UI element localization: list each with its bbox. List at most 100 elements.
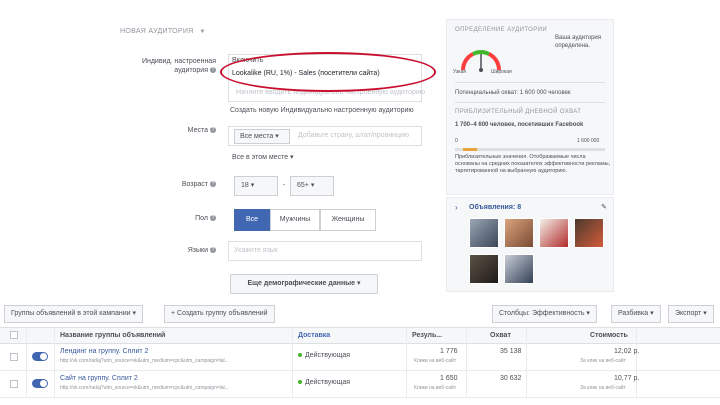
row-url: http://vk.com/radaj?utm_source=vk&utm_me… [60,385,229,391]
row-cost: 12,02 р. [614,348,640,355]
ads-manager-screen: НОВАЯ АУДИТОРИЯ ▼ Индивид. настроенная ау… [0,0,720,405]
row-status: Действующая [298,379,350,386]
row-status-toggle[interactable] [32,379,48,388]
campaign-groups-dropdown[interactable]: Группы объявлений в этой кампании ▾ [4,305,143,323]
daily-reach-value: 1 700–4 600 человек, посетивших Facebook [455,122,584,128]
audience-gauge [461,50,501,72]
daily-reach-title: ПРИБЛИЗИТЕЛЬНЫЙ ДНЕВНОЙ ОХВАТ [455,109,582,115]
table-row[interactable]: Лендинг на группу. Сплит 2 http://vk.com… [0,344,720,371]
gender-option-women[interactable]: Женщины [320,209,376,231]
help-icon[interactable]: ? [210,127,216,134]
custom-audience-label: Индивид. настроенная аудитория? [110,57,216,75]
ad-thumbnail[interactable] [504,218,534,248]
custom-audience-label-line2: аудитория [174,67,208,74]
gender-label: Пол? [160,215,216,222]
age-label: Возраст? [160,181,216,188]
status-dot-icon [298,353,302,358]
row-status: Действующая [298,352,350,359]
row-checkbox[interactable] [10,353,18,361]
row-cost-sub: За клик на веб-сайт [580,385,626,391]
language-label-text: Языки [187,247,208,254]
row-name-link[interactable]: Сайт на группу. Сплит 2 [60,375,138,382]
row-results-sub: Клики на веб-сайт [414,358,457,364]
edit-pencil-icon[interactable]: ✎ [601,203,607,211]
audience-editor: НОВАЯ АУДИТОРИЯ ▼ Индивид. настроенная ау… [0,0,440,298]
row-status-label: Действующая [305,379,351,386]
collapse-chevron-icon[interactable]: › [455,203,458,212]
places-label-text: Места [187,127,208,134]
gauge-left-label: Узкая [453,69,466,75]
row-reach: 35 138 [500,348,522,355]
more-demographics-label: Еще демографические данные [247,280,356,287]
divider [455,82,605,83]
ad-groups-table: Название группы объявлений Доставка Резу… [0,327,720,405]
age-to-dropdown[interactable]: 65+ ▾ [290,176,334,196]
places-dropdown-label: Все места [240,133,274,140]
select-all-checkbox[interactable] [10,331,18,339]
breakdown-label: Разбивка [618,310,649,317]
ad-thumbnail[interactable] [574,218,604,248]
create-custom-audience-link[interactable]: Создать новую Индивидуально настроенную … [230,107,414,114]
ad-thumbnail[interactable] [539,218,569,248]
row-results-sub: Клики на веб-сайт [414,385,457,391]
places-input[interactable]: Добавьте страну, штат/провинцию [298,132,409,139]
status-dot-icon [298,380,302,385]
row-name-link[interactable]: Лендинг на группу. Сплит 2 [60,348,148,355]
gender-label-text: Пол [195,215,208,222]
language-input[interactable]: Укажите язык [234,247,278,254]
breakdown-dropdown[interactable]: Разбивка ▾ [611,305,661,323]
columns-dropdown[interactable]: Столбцы: Эффективность ▾ [492,305,597,323]
potential-reach: Потенциальный охват: 1 600 000 человек [455,90,571,96]
gender-option-men[interactable]: Мужчины [270,209,320,231]
table-header: Название группы объявлений Доставка Резу… [0,328,720,344]
row-status-label: Действующая [305,352,351,359]
help-icon[interactable]: ? [210,67,216,74]
row-checkbox[interactable] [10,380,18,388]
places-label: Места? [160,127,216,134]
export-label: Экспорт [675,310,702,317]
ad-thumbnail[interactable] [469,254,499,284]
bar-min-label: 0 [455,138,458,144]
definition-title: ОПРЕДЕЛЕНИЕ АУДИТОРИИ [455,27,548,33]
audience-header-label: НОВАЯ АУДИТОРИЯ [120,28,194,35]
chevron-down-icon: ▼ [199,29,206,35]
export-dropdown[interactable]: Экспорт ▾ [668,305,714,323]
chevron-down-icon: ▾ [275,133,279,140]
col-delivery-header[interactable]: Доставка [298,332,330,339]
row-status-toggle[interactable] [32,352,48,361]
help-icon[interactable]: ? [210,215,216,222]
daily-reach-fill [463,148,477,151]
places-dropdown[interactable]: Все места ▾ [234,129,290,144]
gauge-right-label: Широкая [491,69,512,75]
gender-option-all[interactable]: Все [234,209,270,231]
col-results-header[interactable]: Резуль... [412,332,442,339]
audience-definition-panel: ОПРЕДЕЛЕНИЕ АУДИТОРИИ Узкая Широкая Ваша… [446,19,614,195]
table-row[interactable]: Сайт на группу. Сплит 2 http://vk.com/ra… [0,371,720,398]
audience-header[interactable]: НОВАЯ АУДИТОРИЯ ▼ [120,28,206,35]
age-dash: - [283,182,286,189]
help-icon[interactable]: ? [210,181,216,188]
help-icon[interactable]: ? [210,247,216,254]
row-results: 1 650 [440,375,458,382]
age-to-value: 65+ [297,182,309,189]
custom-audience-label-line1: Индивид. настроенная [141,58,216,65]
col-cost-header[interactable]: Стоимость [590,332,628,339]
row-cost: 10,77 р. [614,375,640,382]
more-demographics-button[interactable]: Еще демографические данные ▾ [230,274,378,294]
age-from-value: 18 [241,182,249,189]
col-name-header[interactable]: Название группы объявлений [60,332,165,339]
places-scope-dropdown[interactable]: Все в этом месте ▾ [232,153,294,161]
ads-preview-panel: › Объявления: 8 ✎ [446,197,614,292]
language-label: Языки? [160,247,216,254]
create-ad-group-button[interactable]: + Создать группу объявлений [164,305,275,323]
age-label-text: Возраст [181,181,208,188]
row-reach: 30 632 [500,375,522,382]
places-scope-label: Все в этом месте [232,154,289,161]
ad-thumbnail[interactable] [504,254,534,284]
row-cost-sub: За клик на веб-сайт [580,358,626,364]
age-from-dropdown[interactable]: 18 ▾ [234,176,278,196]
bar-max-label: 1 600 000 [577,138,600,144]
row-url: http://vk.com/radaj?utm_source=vk&utm_me… [60,358,229,364]
ad-thumbnail[interactable] [469,218,499,248]
col-reach-header[interactable]: Охват [490,332,511,339]
